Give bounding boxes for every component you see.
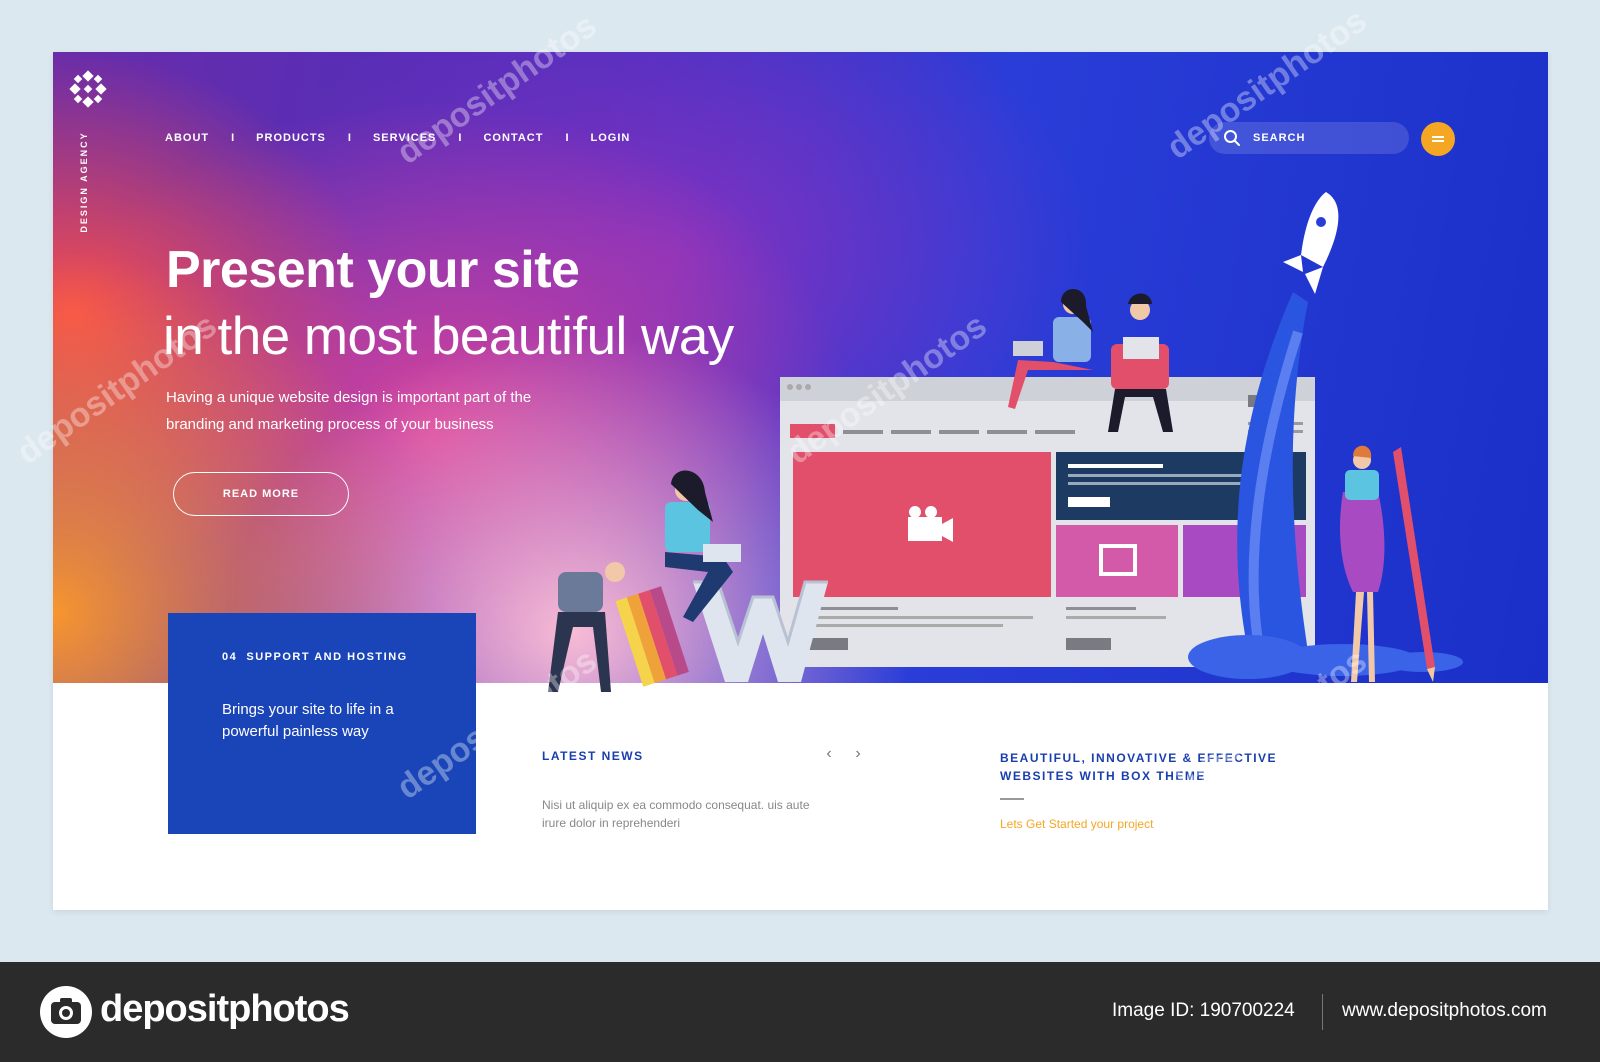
promo-link[interactable]: Lets Get Started your project (1000, 817, 1153, 831)
main-nav: ABOUT I PRODUCTS I SERVICES I CONTACT I … (165, 132, 630, 144)
hero-section: DESIGN AGENCY ABOUT I PRODUCTS I SERVICE… (53, 52, 1548, 683)
footer-site-name: depositphotos (100, 988, 350, 1030)
news-prev-button[interactable]: ‹ (819, 744, 839, 764)
search-icon (1224, 130, 1240, 146)
support-heading: SUPPORT AND HOSTING (246, 651, 408, 663)
depositphotos-logo-icon (40, 986, 92, 1038)
latest-news-title: LATEST NEWS (542, 749, 644, 763)
support-card: 04 SUPPORT AND HOSTING Brings your site … (168, 613, 476, 834)
news-next-button[interactable]: › (848, 744, 868, 764)
support-text: Brings your site to life in a powerful p… (222, 701, 394, 740)
search-input[interactable] (1251, 131, 1395, 145)
nav-contact[interactable]: CONTACT (483, 132, 543, 144)
promo-divider (1000, 798, 1024, 800)
footer-website[interactable]: www.depositphotos.com (1342, 1000, 1547, 1022)
brand-tagline: DESIGN AGENCY (79, 131, 89, 233)
stock-footer: depositphotos Image ID: 190700224 www.de… (0, 962, 1600, 1062)
hero-subtitle: in the most beautiful way (163, 307, 734, 366)
menu-button[interactable] (1421, 122, 1455, 156)
nav-products[interactable]: PRODUCTS (256, 132, 326, 144)
hero-description: Having a unique website design is import… (166, 389, 532, 433)
news-excerpt: Nisi ut aliquip ex ea commodo consequat.… (542, 798, 810, 830)
promo-title: BEAUTIFUL, INNOVATIVE & EFFECTIVE WEBSIT… (1000, 751, 1278, 783)
nav-separator: I (231, 132, 235, 144)
search-box[interactable] (1209, 122, 1409, 154)
support-title: 04 SUPPORT AND HOSTING (222, 651, 408, 663)
nav-separator: I (347, 132, 351, 144)
support-number: 04 (222, 651, 238, 663)
read-more-button[interactable]: READ MORE (173, 472, 349, 516)
website-frame: DESIGN AGENCY ABOUT I PRODUCTS I SERVICE… (53, 52, 1548, 910)
footer-image-id: Image ID: 190700224 (1112, 1000, 1295, 1021)
footer-divider (1322, 994, 1323, 1030)
nav-separator: I (565, 132, 569, 144)
nav-login[interactable]: LOGIN (591, 132, 631, 144)
nav-services[interactable]: SERVICES (373, 132, 436, 144)
nav-separator: I (458, 132, 462, 144)
hamburger-icon (1432, 134, 1444, 144)
hero-title: Present your site (166, 241, 580, 299)
nav-about[interactable]: ABOUT (165, 132, 209, 144)
logo-icon[interactable] (69, 70, 107, 108)
